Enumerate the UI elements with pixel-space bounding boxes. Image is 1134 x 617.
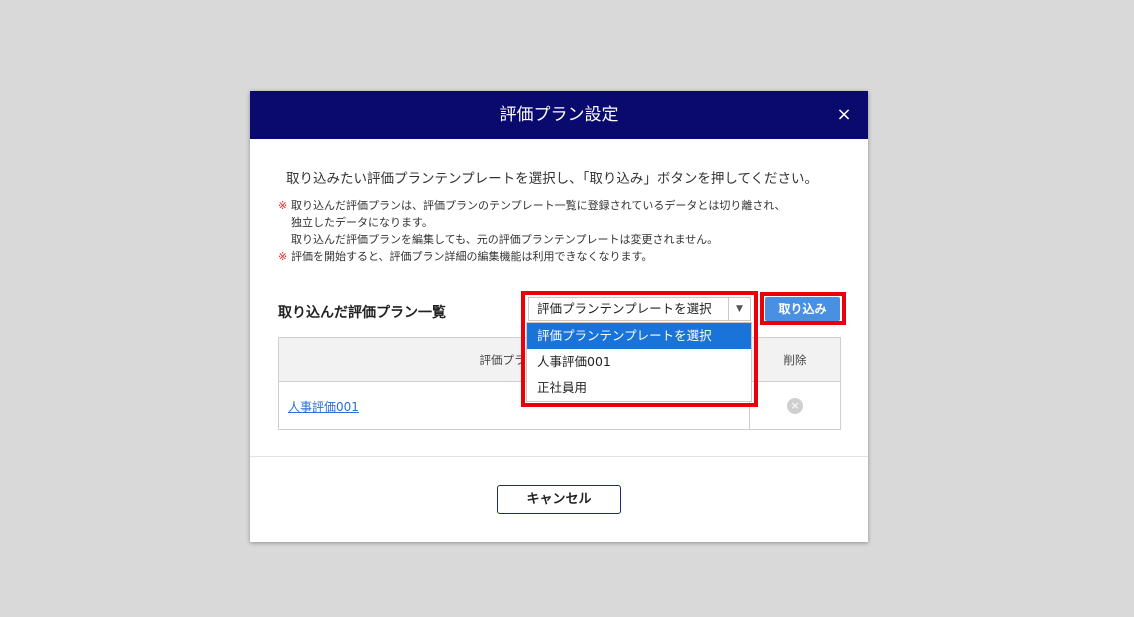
note-text: 評価を開始すると、評価プラン詳細の編集機能は利用できなくなります。 [291, 250, 653, 263]
footer-divider [250, 456, 868, 457]
note-text: 取り込んだ評価プランは、評価プランのテンプレート一覧に登録されているデータとは切… [291, 199, 786, 212]
cancel-button[interactable]: キャンセル [497, 485, 621, 514]
delete-icon[interactable]: × [787, 398, 803, 414]
note-row: ※ 取り込んだ評価プランは、評価プランのテンプレート一覧に登録されているデータと… [278, 197, 848, 214]
close-icon[interactable]: × [834, 105, 854, 125]
section-title: 取り込んだ評価プラン一覧 [278, 305, 446, 321]
import-button[interactable]: 取り込み [765, 297, 840, 321]
dropdown-option[interactable]: 評価プランテンプレートを選択 [527, 323, 751, 349]
modal-title: 評価プラン設定 [499, 105, 619, 125]
modal-header: 評価プラン設定 × [250, 91, 868, 139]
template-select-value: 評価プランテンプレートを選択 [537, 301, 712, 316]
chevron-down-icon[interactable]: ▼ [728, 298, 750, 320]
column-header-delete: 削除 [783, 353, 807, 367]
note-mark: ※ [278, 199, 288, 212]
plan-name-link[interactable]: 人事評価001 [288, 400, 359, 414]
delete-cell: × [750, 383, 840, 429]
note-row: ※ 評価を開始すると、評価プラン詳細の編集機能は利用できなくなります。 [278, 248, 848, 265]
plan-settings-modal: 評価プラン設定 × 取り込みたい評価プランテンプレートを選択し、「取り込み」ボタ… [250, 91, 868, 542]
notes: ※ 取り込んだ評価プランは、評価プランのテンプレート一覧に登録されているデータと… [278, 197, 848, 265]
note-mark: ※ [278, 250, 288, 263]
dropdown-option[interactable]: 正社員用 [527, 375, 751, 401]
template-select[interactable]: 評価プランテンプレートを選択 ▼ [528, 297, 751, 321]
dropdown-option[interactable]: 人事評価001 [527, 349, 751, 375]
template-dropdown-list: 評価プランテンプレートを選択 人事評価001 正社員用 [526, 322, 752, 402]
intro-text: 取り込みたい評価プランテンプレートを選択し、「取り込み」ボタンを押してください。 [286, 171, 819, 187]
note-text: 独立したデータになります。 [291, 216, 433, 229]
note-text: 取り込んだ評価プランを編集しても、元の評価プランテンプレートは変更されません。 [291, 233, 719, 246]
